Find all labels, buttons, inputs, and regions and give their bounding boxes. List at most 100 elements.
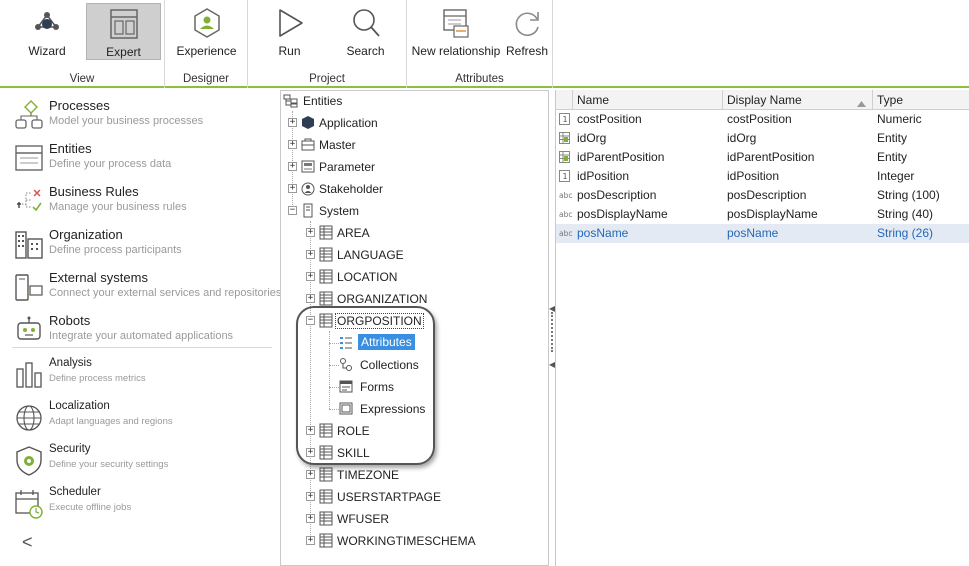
collapse-icon[interactable]: −	[306, 316, 315, 325]
cell-type: Entity	[877, 131, 908, 145]
nav-item-organization[interactable]: Organization Define process participants	[12, 227, 274, 269]
expand-icon[interactable]: +	[306, 250, 315, 259]
ribbon-group-label: Attributes	[455, 73, 504, 85]
application-icon	[302, 116, 314, 129]
cell-name: idPosition	[577, 169, 630, 183]
table-row[interactable]: abc posDescription posDescription String (1…	[556, 186, 969, 205]
entities-icon	[15, 145, 43, 171]
nav-item-processes[interactable]: Processes Model your business processes	[12, 98, 274, 140]
experience-button[interactable]: Experience	[169, 3, 244, 60]
run-button[interactable]: Run	[252, 3, 327, 60]
expand-icon[interactable]: +	[306, 470, 315, 479]
ribbon-toolbar: Wizard Expert View Experience Designer R…	[0, 0, 969, 88]
svg-text:1: 1	[563, 115, 568, 124]
tree-label: WFUSER	[337, 512, 389, 526]
nav-description: Model your business processes	[49, 115, 204, 127]
search-button[interactable]: Search	[328, 3, 403, 60]
cell-display-name: idParentPosition	[727, 150, 815, 164]
nav-item-external-systems[interactable]: External systems Connect your external s…	[12, 270, 281, 312]
collapse-sidebar-button[interactable]: <	[22, 532, 33, 553]
grid-header: Name Display Name Type	[556, 90, 969, 110]
nav-item-security[interactable]: Security Define your security settings	[12, 443, 274, 485]
svg-text:abc: abc	[559, 210, 572, 219]
entity-icon	[559, 151, 570, 163]
table-icon	[319, 489, 333, 504]
analysis-icon	[16, 362, 42, 388]
table-row[interactable]: idOrg idOrg Entity	[556, 129, 969, 148]
refresh-button[interactable]: Refresh	[503, 3, 551, 60]
column-header-name[interactable]: Name	[573, 90, 723, 110]
expand-icon[interactable]: +	[306, 514, 315, 523]
expand-icon[interactable]: +	[288, 118, 297, 127]
refresh-icon	[515, 12, 539, 36]
processes-icon	[15, 100, 43, 129]
nav-item-entities[interactable]: Entities Define your process data	[12, 141, 274, 183]
nav-divider	[12, 347, 272, 348]
new-relationship-icon	[443, 9, 469, 38]
refresh-label: Refresh	[505, 44, 549, 58]
expand-icon[interactable]: +	[288, 140, 297, 149]
nav-title: Processes	[49, 98, 110, 113]
cell-name: posDescription	[577, 188, 657, 202]
nav-description: Manage your business rules	[49, 201, 187, 213]
wizard-icon	[35, 12, 59, 30]
table-icon	[319, 445, 333, 460]
nav-item-scheduler[interactable]: Scheduler Execute offline jobs	[12, 486, 274, 528]
expand-icon[interactable]: +	[306, 272, 315, 281]
collapse-icon[interactable]: −	[288, 206, 297, 215]
cell-name: posDisplayName	[577, 207, 668, 221]
cell-type: String (26)	[877, 226, 934, 240]
expand-icon[interactable]: +	[288, 162, 297, 171]
nav-item-localization[interactable]: Localization Adapt languages and regions	[12, 400, 274, 442]
table-row[interactable]: abc posDisplayName posDisplayName String (4…	[556, 205, 969, 224]
nav-title: Localization	[49, 400, 110, 412]
table-row[interactable]: abc posName posName String (26)	[556, 224, 969, 243]
tree-label: Collections	[360, 358, 419, 372]
expand-icon[interactable]: +	[306, 228, 315, 237]
ribbon-group-label: View	[69, 73, 95, 85]
table-icon	[319, 269, 333, 284]
run-label: Run	[278, 44, 301, 58]
cell-name: costPosition	[577, 112, 642, 126]
numeric-icon: 1	[559, 113, 570, 125]
wizard-button[interactable]: Wizard	[10, 3, 84, 60]
cell-name: posName	[577, 226, 629, 240]
new-relationship-button[interactable]: New relationship	[411, 3, 501, 60]
expand-icon[interactable]: +	[306, 448, 315, 457]
svg-text:abc: abc	[559, 191, 572, 200]
cell-name: idOrg	[577, 131, 607, 145]
tree-label: Stakeholder	[319, 182, 384, 196]
table-icon	[319, 291, 333, 306]
experience-icon	[193, 8, 220, 38]
expand-icon[interactable]: +	[306, 426, 315, 435]
cell-display-name: costPosition	[727, 112, 792, 126]
tree-label: TIMEZONE	[337, 468, 399, 482]
tree-label: SKILL	[337, 446, 370, 460]
attributes-grid: Name Display Name Type 1 costPosition cost…	[555, 90, 969, 566]
column-header-display-name[interactable]: Display Name	[723, 90, 873, 110]
nav-item-analysis[interactable]: Analysis Define process metrics	[12, 357, 274, 399]
tree-label: Attributes	[358, 334, 415, 350]
expand-icon[interactable]: +	[306, 492, 315, 501]
nav-item-business-rules[interactable]: Business Rules Manage your business rule…	[12, 184, 274, 226]
table-icon	[319, 247, 333, 262]
nav-description: Define process participants	[49, 244, 182, 256]
expert-button[interactable]: Expert	[86, 3, 161, 60]
ribbon-group-label: Project	[309, 73, 345, 85]
sort-ascending-icon	[857, 96, 866, 110]
table-row[interactable]: 1 idPosition idPosition Integer	[556, 167, 969, 186]
expand-icon[interactable]: +	[288, 184, 297, 193]
cell-type: Entity	[877, 150, 908, 164]
tree-label: System	[319, 204, 360, 218]
system-icon	[303, 203, 313, 218]
left-navigation: Processes Model your business processes …	[0, 90, 281, 566]
table-row[interactable]: idParentPosition idParentPosition Entity	[556, 148, 969, 167]
expand-icon[interactable]: +	[306, 294, 315, 303]
expand-icon[interactable]: +	[306, 536, 315, 545]
nav-item-robots[interactable]: Robots Integrate your automated applicat…	[12, 313, 274, 355]
table-row[interactable]: 1 costPosition costPosition Numeric	[556, 110, 969, 129]
column-header-type[interactable]: Type	[873, 90, 969, 110]
tree-label: LANGUAGE	[337, 248, 404, 262]
entity-icon	[559, 132, 570, 144]
nav-description: Connect your external services and repos…	[49, 287, 282, 299]
